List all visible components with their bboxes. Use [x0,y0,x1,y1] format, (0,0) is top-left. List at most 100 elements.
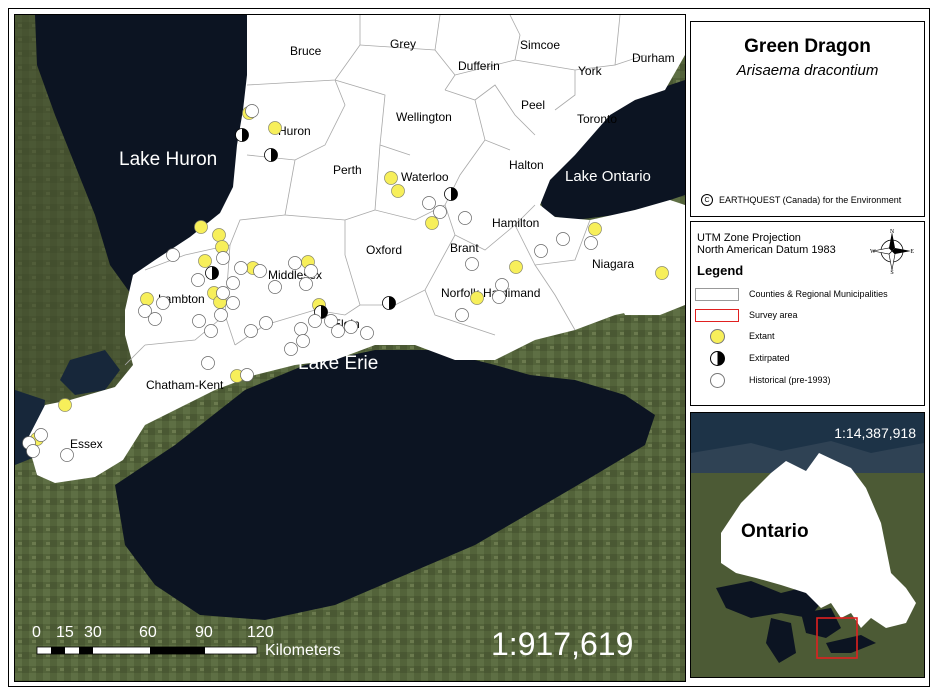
inset-map-graphic [691,413,924,677]
historical-point [234,261,248,275]
extirpated-point [382,296,396,310]
historical-point [226,276,240,290]
extant-point [384,171,398,185]
historical-point [259,316,273,330]
extant-point [655,266,669,280]
extant-point [391,184,405,198]
historical-point [240,368,254,382]
historical-point [204,324,218,338]
historical-point [253,264,267,278]
main-map[interactable]: Lake Huron Lake Ontario Lake Erie Bruce … [14,14,686,682]
historical-point [60,448,74,462]
county-label: Huron [278,124,311,138]
legend-label: Extirpated [749,353,790,363]
county-label: Essex [70,437,103,451]
scale-tick-label: 15 [56,624,74,641]
historical-point [216,251,230,265]
extant-point [588,222,602,236]
ontario-label: Ontario [741,521,809,542]
county-label: Dufferin [458,59,500,73]
county-label: Bruce [290,44,322,58]
extant-point [425,216,439,230]
historical-point [166,248,180,262]
historical-point [284,342,298,356]
historical-point [308,314,322,328]
datum-line: North American Datum 1983 [697,244,836,256]
extirpated-point [235,128,249,142]
historical-point [245,104,259,118]
extirpated-point [444,187,458,201]
historical-point [360,326,374,340]
extant-point [268,121,282,135]
historical-point [268,280,282,294]
legend-label: Counties & Regional Municipalities [749,289,888,299]
species-scientific-name: Arisaema dracontium [736,62,879,79]
legend-item-survey-area: Survey area [695,307,798,323]
extant-point [194,220,208,234]
copyright-notice: C EARTHQUEST (Canada) for the Environmen… [701,194,901,206]
county-label: Niagara [592,257,634,271]
historical-point [492,290,506,304]
county-label: Brant [450,241,479,255]
historical-point [216,286,230,300]
lake-ontario-label: Lake Ontario [565,168,651,185]
historical-point [214,308,228,322]
legend-label: Historical (pre-1993) [749,375,831,385]
historical-point [534,244,548,258]
county-label: Toronto [577,112,617,126]
extant-point [470,291,484,305]
scale-tick-label: 90 [195,624,213,641]
county-label: Hamilton [492,216,539,230]
county-label: Oxford [366,243,402,257]
historical-point [584,236,598,250]
legend-item-counties: Counties & Regional Municipalities [695,286,888,302]
legend-label: Extant [749,331,775,341]
county-polygon-symbol [695,287,739,301]
extirpated-symbol [709,350,725,366]
county-label: Chatham-Kent [146,378,224,392]
historical-point [192,314,206,328]
historical-point [226,296,240,310]
historical-symbol [709,372,725,388]
historical-point [304,264,318,278]
extant-point [140,292,154,306]
legend-item-extant: Extant [695,328,775,344]
county-label: York [578,64,603,78]
historical-point [455,308,469,322]
county-label: Simcoe [520,38,560,52]
historical-point [296,334,310,348]
title-panel: Green Dragon Arisaema dracontium C EARTH… [690,21,925,217]
historical-point [433,205,447,219]
scale-tick-label: 60 [139,624,157,641]
inset-map[interactable]: 1:14,387,918 Ontario [690,412,925,678]
scale-tick-label: 0 [32,624,41,641]
historical-point [148,312,162,326]
copyright-icon: C [701,194,713,206]
historical-point [34,428,48,442]
lake-huron-label: Lake Huron [119,149,217,170]
historical-point [344,320,358,334]
species-common-name: Green Dragon [744,36,871,57]
projection-info: UTM Zone Projection North American Datum… [697,232,836,256]
historical-point [26,444,40,458]
historical-point [156,296,170,310]
historical-point [191,273,205,287]
county-label: Norfolk-Haldimand [441,286,540,300]
legend-panel: UTM Zone Projection North American Datum… [690,221,925,406]
map-scale-ratio: 1:917,619 [491,626,633,662]
historical-point [422,196,436,210]
county-label: Durham [632,51,675,65]
scale-tick-label: 30 [84,624,102,641]
county-label: Grey [390,37,416,51]
lake-erie-label: Lake Erie [298,353,378,374]
legend-item-extirpated: Extirpated [695,350,790,366]
historical-point [556,232,570,246]
scale-tick-label: 120 [247,624,274,641]
copyright-text: EARTHQUEST (Canada) for the Environment [719,195,902,205]
historical-point [299,277,313,291]
county-label: Perth [333,163,362,177]
scale-unit: Kilometers [265,642,341,659]
inset-scale-ratio: 1:14,387,918 [834,425,916,441]
compass-n: N [890,229,895,235]
extant-point [212,228,226,242]
